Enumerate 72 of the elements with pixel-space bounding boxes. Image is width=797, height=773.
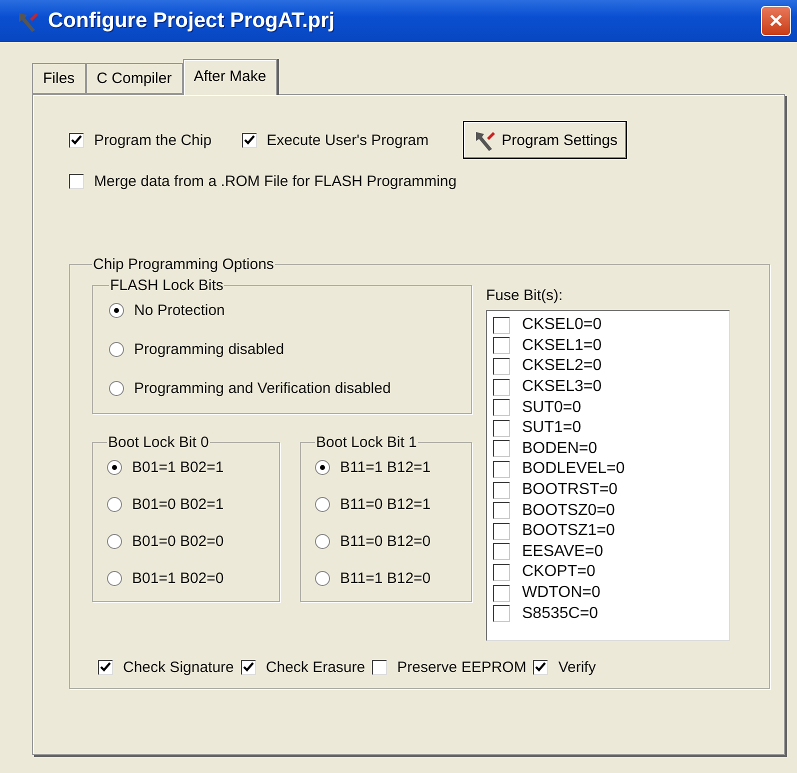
fuse-bit-item: WDTON=0 [522, 584, 600, 602]
checkbox[interactable] [493, 543, 510, 560]
fuse-bit-item: BODEN=0 [522, 440, 598, 458]
fuse-bit-item: CKSEL3=0 [522, 378, 602, 396]
group-title: Chip Programming Options [92, 256, 275, 273]
radio-button[interactable] [107, 571, 122, 586]
checkbox[interactable] [493, 502, 510, 520]
checkbox[interactable] [493, 584, 510, 602]
tab[interactable]: C Compiler [86, 63, 183, 94]
checkbox[interactable] [493, 399, 510, 416]
fuse-bit-item: EESAVE=0 [522, 542, 604, 561]
checkbox[interactable] [493, 522, 510, 540]
checkbox-label: Check Erasure [266, 659, 366, 676]
radio-button[interactable] [315, 497, 330, 512]
fuse-bit-item: CKSEL2=0 [522, 357, 602, 376]
checkbox[interactable] [493, 358, 510, 375]
group-title: Boot Lock Bit 0 [107, 434, 210, 451]
checkbox[interactable] [493, 378, 510, 396]
radio-label: B01=1 B02=1 [132, 459, 224, 476]
radio-label: B11=1 B12=1 [340, 459, 431, 476]
checkbox[interactable] [493, 420, 510, 437]
fuse-bit-item: CKOPT=0 [522, 563, 596, 582]
fuse-bit-item: BOOTSZ1=0 [522, 522, 615, 540]
fuse-bit-item: S8535C=0 [522, 604, 598, 623]
checkbox-label: Program the Chip [94, 132, 212, 148]
radio-button[interactable] [109, 342, 124, 357]
radio-button[interactable] [107, 534, 122, 549]
radio-label: B01=0 B02=1 [132, 496, 224, 513]
radio-button[interactable] [109, 303, 124, 318]
checkbox[interactable] [493, 337, 510, 354]
checkbox[interactable] [493, 564, 510, 581]
checkbox[interactable] [372, 660, 388, 675]
checkbox-label: Verify [558, 659, 596, 676]
fuse-bit-item: CKSEL0=0 [522, 316, 602, 334]
program-settings-button[interactable]: Program Settings [462, 121, 627, 159]
radio-button[interactable] [315, 460, 330, 475]
radio-button[interactable] [109, 381, 124, 396]
checkbox[interactable] [69, 174, 84, 189]
checkbox[interactable] [493, 605, 510, 622]
fuse-bits-label: Fuse Bit(s): [486, 287, 564, 304]
tab[interactable]: After Make [182, 59, 278, 95]
group-title: Boot Lock Bit 1 [315, 434, 418, 451]
radio-label: B11=1 B12=0 [340, 570, 431, 587]
radio-label: B11=0 B12=1 [340, 496, 431, 513]
group-title: FLASH Lock Bits [109, 277, 224, 294]
fuse-bit-item: BOOTSZ0=0 [522, 502, 615, 520]
checkbox-label: Check Signature [123, 659, 234, 676]
radio-label: B01=0 B02=0 [132, 533, 224, 550]
checkbox-label: Merge data from a .ROM File for FLASH Programming [94, 173, 457, 190]
tab[interactable]: Files [32, 63, 86, 94]
checkbox[interactable] [493, 440, 510, 458]
checkbox-label: Execute User's Program [266, 132, 429, 148]
radio-label: Programming and Verification disabled [134, 380, 391, 397]
checkbox[interactable] [493, 316, 510, 334]
radio-label: B01=1 B02=0 [132, 570, 224, 587]
radio-button[interactable] [107, 460, 122, 475]
fuse-bit-item: BOOTRST=0 [522, 481, 618, 500]
radio-label: No Protection [134, 302, 225, 319]
checkbox[interactable] [493, 460, 510, 478]
radio-button[interactable] [315, 571, 330, 586]
checkbox[interactable] [493, 482, 510, 499]
fuse-bit-item: BODLEVEL=0 [522, 460, 625, 478]
close-button[interactable]: ✕ [761, 6, 791, 36]
fuse-bit-item: SUT0=0 [522, 398, 582, 417]
radio-button[interactable] [315, 534, 330, 549]
checkbox-label: Preserve EEPROM [397, 659, 526, 676]
radio-button[interactable] [107, 497, 122, 512]
radio-label: B11=0 B12=0 [340, 533, 431, 550]
fuse-bit-item: SUT1=0 [522, 419, 582, 438]
fuse-bit-item: CKSEL1=0 [522, 336, 602, 355]
window-title: Configure Project ProgAT.prj [48, 9, 336, 33]
radio-label: Programming disabled [134, 341, 284, 358]
